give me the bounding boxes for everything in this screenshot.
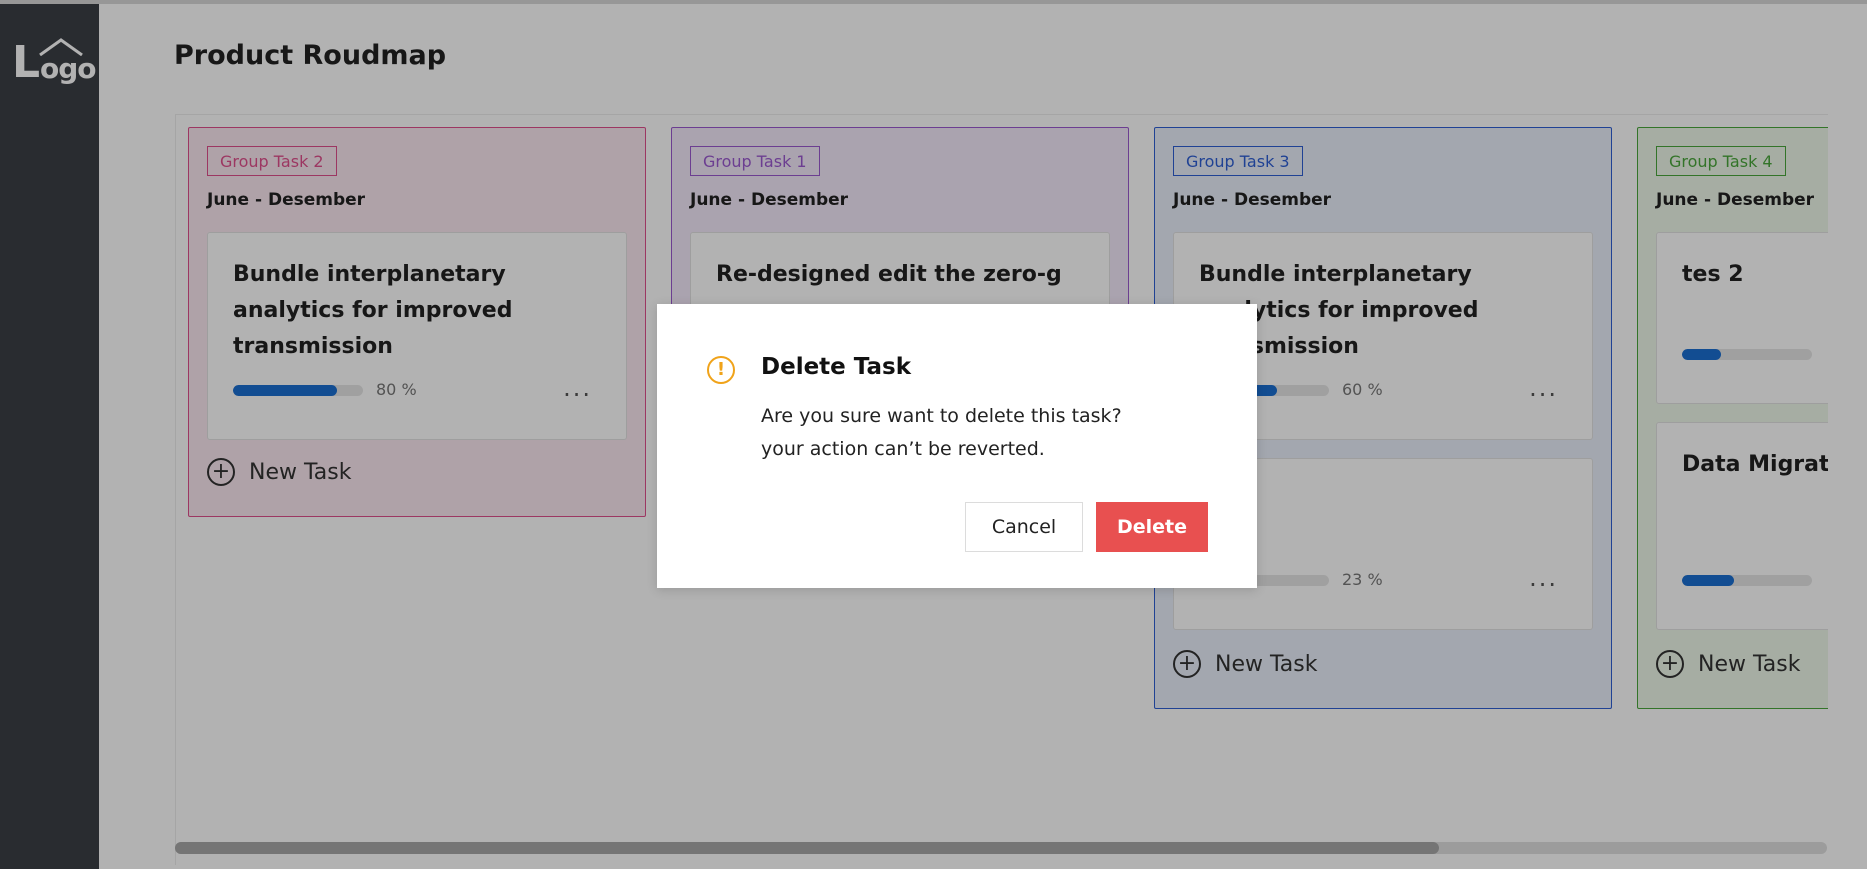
delete-button[interactable]: Delete xyxy=(1096,502,1208,552)
cancel-button[interactable]: Cancel xyxy=(965,502,1083,552)
delete-task-dialog: ! Delete Task Are you sure want to delet… xyxy=(657,304,1257,588)
dialog-message-line: Are you sure want to delete this task? xyxy=(761,405,1122,427)
warning-icon: ! xyxy=(707,356,735,384)
dialog-title: Delete Task xyxy=(761,354,912,380)
dialog-message-line: your action can’t be reverted. xyxy=(761,438,1045,460)
dialog-message: Are you sure want to delete this task? y… xyxy=(761,400,1122,466)
